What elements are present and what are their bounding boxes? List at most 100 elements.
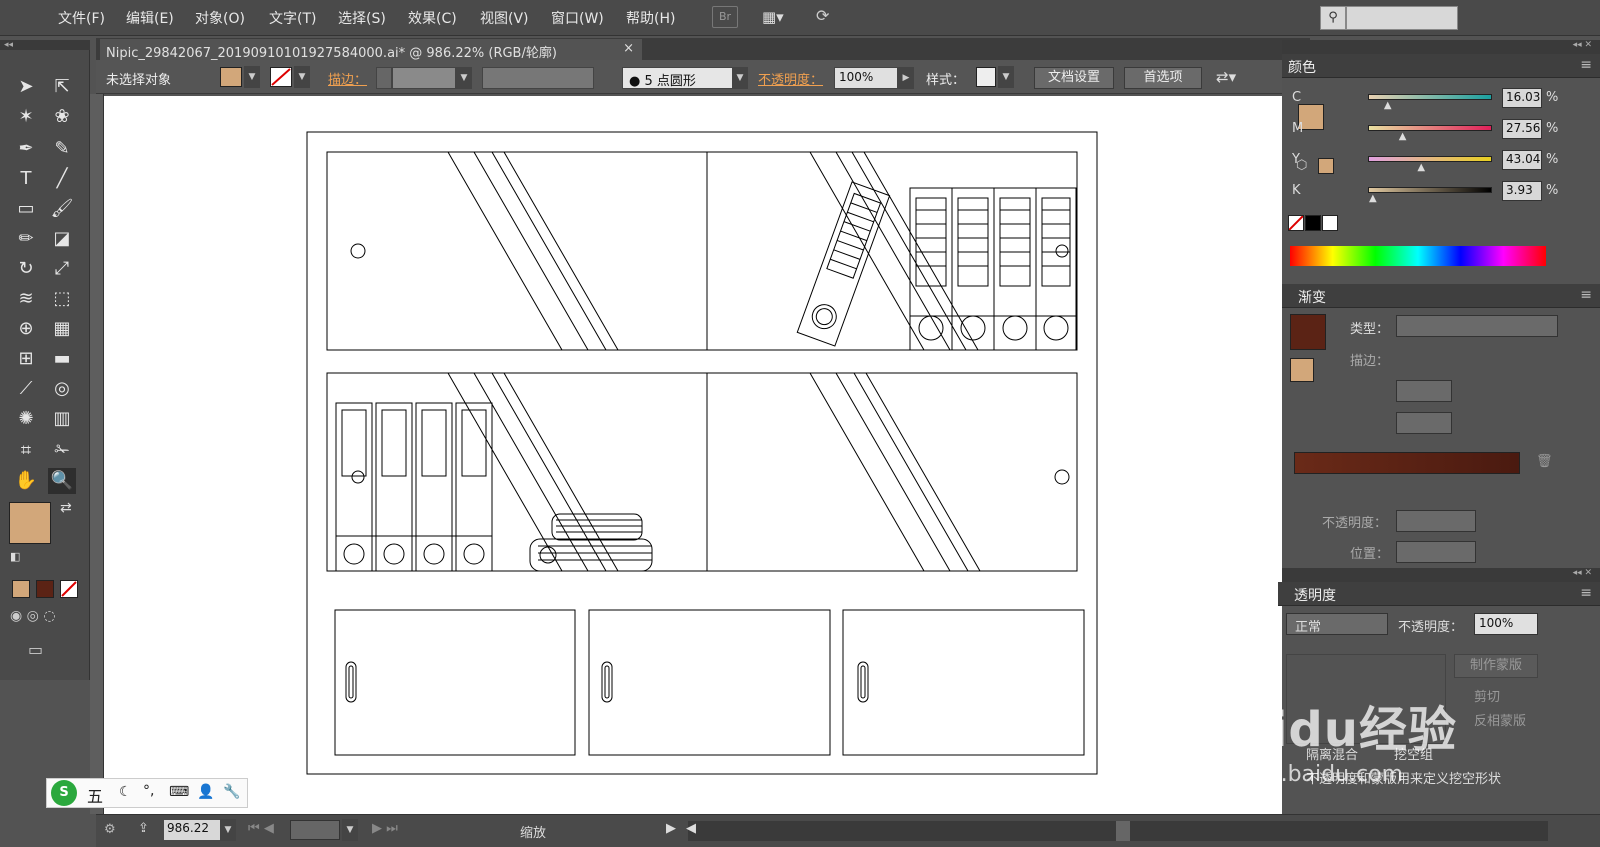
half-width-icon[interactable]: ☾ xyxy=(119,784,132,800)
screen-mode-icon[interactable]: ▭ xyxy=(28,640,43,659)
menu-type[interactable]: 文字(T) xyxy=(269,8,316,28)
black-swatch[interactable] xyxy=(1305,215,1321,231)
menu-view[interactable]: 视图(V) xyxy=(480,8,529,28)
swap-colors-icon[interactable]: ⇄ xyxy=(60,500,72,516)
chevron-down-icon[interactable]: ▼ xyxy=(220,819,236,841)
keyboard-icon[interactable]: ⌨ xyxy=(169,784,189,800)
chevron-down-icon[interactable]: ▼ xyxy=(294,66,310,88)
shape-builder-tool-icon[interactable]: ⊕ xyxy=(12,316,40,342)
curvature-tool-icon[interactable]: ✎ xyxy=(48,136,76,162)
document-tab[interactable]: Nipic_29842067_20190910101927584000.ai* … xyxy=(100,39,642,61)
panel-menu-icon[interactable]: ≡ xyxy=(1580,287,1592,303)
gradient-fill-swatch[interactable] xyxy=(1290,358,1314,382)
style-swatch[interactable] xyxy=(976,67,996,87)
selection-tool-icon[interactable]: ➤ xyxy=(12,74,40,100)
warp-tool-icon[interactable]: ≋ xyxy=(12,286,40,312)
menu-object[interactable]: 对象(O) xyxy=(195,8,245,28)
make-mask-button[interactable]: 制作蒙版 xyxy=(1454,654,1538,678)
blend-tool-icon[interactable]: ◎ xyxy=(48,376,76,402)
slider-thumb-icon[interactable]: ▲ xyxy=(1399,131,1407,142)
eyedropper-tool-icon[interactable]: ⟋ xyxy=(12,376,40,402)
fill-swatch[interactable] xyxy=(220,67,242,87)
paintbrush-tool-icon[interactable]: 🖌 xyxy=(48,196,76,222)
scale-tool-icon[interactable]: ⤢ xyxy=(48,256,76,282)
color-spectrum[interactable] xyxy=(1290,246,1546,266)
sync-icon[interactable]: ⟳ xyxy=(816,6,842,28)
chevron-down-icon[interactable]: ▼ xyxy=(456,67,472,89)
stroke-swatch[interactable] xyxy=(270,67,292,87)
chevron-down-icon[interactable]: ▼ xyxy=(998,66,1014,88)
drawing-modes-icon[interactable]: ◉ ◎ ◌ xyxy=(10,608,82,630)
user-icon[interactable]: 👤 xyxy=(197,784,214,800)
clip-checkbox-label[interactable]: 剪切 xyxy=(1474,686,1500,705)
artboard-tool-icon[interactable]: ⌗ xyxy=(12,438,40,464)
eraser-tool-icon[interactable]: ◪ xyxy=(48,226,76,252)
channel-m-input[interactable]: 27.56 xyxy=(1502,119,1542,139)
stroke-weight-input[interactable] xyxy=(392,67,456,89)
opacity-label[interactable]: 不透明度： xyxy=(758,69,823,88)
pencil-tool-icon[interactable]: ✏ xyxy=(12,226,40,252)
variable-width-select[interactable] xyxy=(482,67,594,89)
channel-c-input[interactable]: 16.03 xyxy=(1502,88,1542,108)
arrange-icon[interactable]: ⇄▾ xyxy=(1216,68,1236,86)
transparency-opacity-input[interactable]: 100% xyxy=(1474,613,1538,635)
chevron-down-icon[interactable]: ▼ xyxy=(244,66,260,88)
gradient-thumbnail[interactable] xyxy=(1290,314,1326,350)
rectangle-tool-icon[interactable]: ▭ xyxy=(12,196,40,222)
none-mode-icon[interactable] xyxy=(60,580,78,598)
panel-menu-icon[interactable]: ≡ xyxy=(1580,585,1592,601)
white-swatch[interactable] xyxy=(1322,215,1338,231)
gradient-type-select[interactable] xyxy=(1396,315,1558,337)
bridge-button[interactable]: Br xyxy=(712,6,738,28)
slider-thumb-icon[interactable]: ▲ xyxy=(1417,162,1425,173)
line-tool-icon[interactable]: ╱ xyxy=(48,166,76,192)
column-graph-tool-icon[interactable]: ▥ xyxy=(48,406,76,432)
search-input[interactable] xyxy=(1346,6,1458,30)
channel-y-input[interactable]: 43.04 xyxy=(1502,150,1542,170)
channel-k-input[interactable]: 3.93 xyxy=(1502,181,1542,201)
slice-tool-icon[interactable]: ✁ xyxy=(48,438,76,464)
gradient-angle-input[interactable] xyxy=(1396,380,1452,402)
default-colors-icon[interactable]: ◧ xyxy=(10,550,20,563)
gradient-panel-header[interactable]: 渐变 ≡ xyxy=(1282,284,1600,308)
free-transform-tool-icon[interactable]: ⬚ xyxy=(48,286,76,312)
zoom-tool-icon[interactable]: 🔍 xyxy=(48,468,76,494)
settings-icon[interactable]: ⚙ xyxy=(104,822,116,837)
quick-swatches[interactable] xyxy=(1288,215,1342,233)
collapse-icon[interactable]: ◂◂ xyxy=(0,40,90,50)
scrollbar-thumb[interactable] xyxy=(1116,821,1130,841)
status-menu-icon[interactable]: ▶ xyxy=(666,821,676,836)
perspective-grid-tool-icon[interactable]: ▦ xyxy=(48,316,76,342)
sogou-logo-icon[interactable]: S xyxy=(51,780,77,806)
direct-selection-tool-icon[interactable]: ⇱ xyxy=(48,74,76,100)
opacity-input[interactable]: 100% xyxy=(834,67,898,89)
lasso-tool-icon[interactable]: ❀ xyxy=(48,104,76,130)
rotate-tool-icon[interactable]: ↻ xyxy=(12,256,40,282)
arrange-documents-icon[interactable]: ▦▾ xyxy=(762,8,796,28)
preferences-button[interactable]: 首选项 xyxy=(1124,67,1202,89)
ime-input-mode[interactable]: 五 xyxy=(87,783,103,807)
none-swatch[interactable] xyxy=(1288,215,1304,231)
channel-k-slider[interactable] xyxy=(1368,187,1492,193)
symbol-sprayer-tool-icon[interactable]: ✺ xyxy=(12,406,40,432)
wrench-icon[interactable]: 🔧 xyxy=(223,784,240,800)
pen-tool-icon[interactable]: ✒ xyxy=(12,136,40,162)
panel-collapse-icon[interactable]: ◂◂ ✕ xyxy=(1282,40,1600,54)
menu-edit[interactable]: 编辑(E) xyxy=(126,8,174,28)
closest-color-swatch[interactable] xyxy=(1318,158,1334,174)
mesh-tool-icon[interactable]: ⊞ xyxy=(12,346,40,372)
channel-m-slider[interactable] xyxy=(1368,125,1492,131)
gradient-position-input[interactable] xyxy=(1396,541,1476,563)
brush-select[interactable]: ● 5 点圆形 xyxy=(622,67,734,89)
menu-file[interactable]: 文件(F) xyxy=(58,8,105,28)
slider-thumb-icon[interactable]: ▲ xyxy=(1384,100,1392,111)
menu-window[interactable]: 窗口(W) xyxy=(551,8,604,28)
scroll-left-icon[interactable]: ◀ xyxy=(686,821,696,836)
magic-wand-tool-icon[interactable]: ✶ xyxy=(12,104,40,130)
menu-help[interactable]: 帮助(H) xyxy=(626,8,675,28)
invert-mask-label[interactable]: 反相蒙版 xyxy=(1474,710,1526,729)
artboard-canvas[interactable] xyxy=(104,96,1282,814)
close-icon[interactable]: × xyxy=(623,41,634,56)
artboard-next-icon[interactable]: ▶ ⏭ xyxy=(372,821,398,836)
chevron-down-icon[interactable]: ▼ xyxy=(732,67,748,89)
